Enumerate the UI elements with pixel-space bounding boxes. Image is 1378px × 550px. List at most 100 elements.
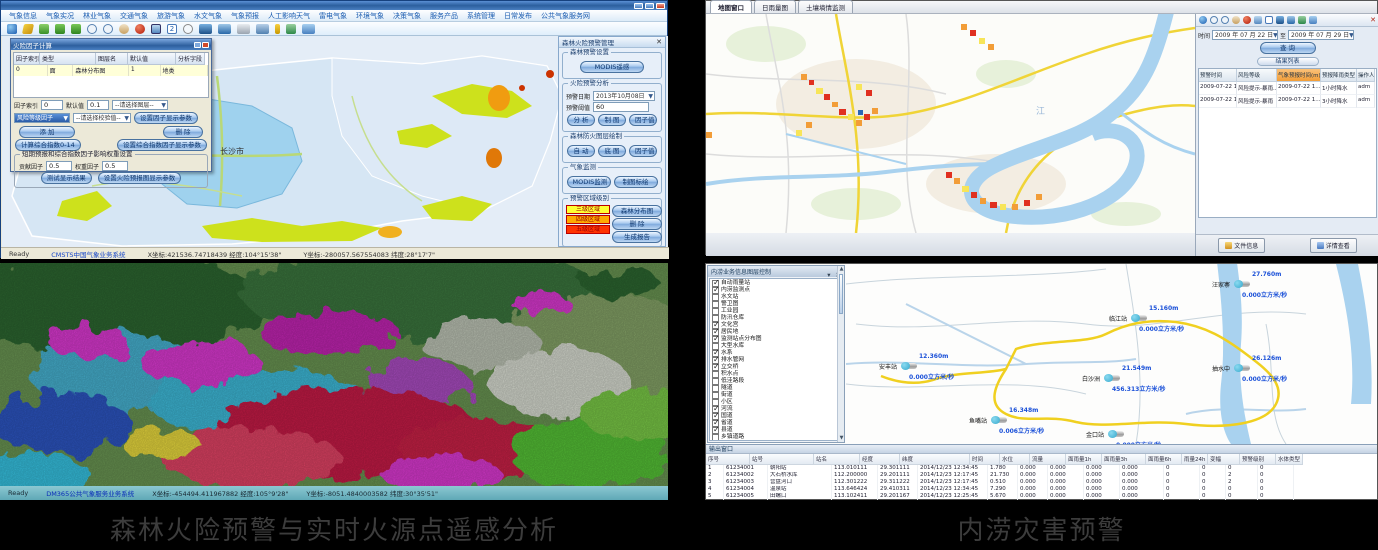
zoom-in-icon[interactable]	[1210, 16, 1218, 24]
factor-row[interactable]: 0面森林分布图1地类	[14, 65, 208, 76]
menu-item[interactable]: 气象预报	[231, 11, 259, 21]
layer-select[interactable]: --请选择图层--▼	[112, 100, 168, 110]
close-button[interactable]	[656, 3, 665, 9]
layer-checkbox[interactable]	[712, 371, 719, 378]
window-icon[interactable]	[151, 24, 161, 34]
print-icon[interactable]	[237, 24, 250, 34]
menu-item[interactable]: 水文气象	[194, 11, 222, 21]
weight-input[interactable]: 0.5	[102, 161, 128, 171]
layer-checkbox[interactable]	[712, 287, 719, 294]
globe-icon[interactable]	[1199, 16, 1207, 24]
map-view-icon[interactable]	[1276, 16, 1284, 24]
layer-checkbox[interactable]	[712, 385, 719, 392]
monitor-button[interactable]: 制图标绘	[614, 176, 658, 188]
layer-item[interactable]: 水文站	[712, 294, 834, 301]
menu-item[interactable]: 林业气象	[83, 11, 111, 21]
output-row[interactable]: 361234003营盘河口112.30122229.3112222014/12/…	[706, 479, 1377, 486]
analysis-button[interactable]: 因子值	[629, 114, 657, 126]
weight-select[interactable]: --请选择校验值--▼	[73, 113, 131, 123]
layer-checkbox[interactable]	[712, 308, 719, 315]
layer-item[interactable]: 警卫图	[712, 301, 834, 308]
layer-item[interactable]: 积水点	[712, 371, 834, 378]
layer-item[interactable]: 省道	[712, 420, 834, 427]
layer-checkbox[interactable]	[712, 378, 719, 385]
pin-icon[interactable]	[275, 24, 280, 34]
zoom-out-icon[interactable]	[1221, 16, 1229, 24]
back-icon[interactable]	[286, 24, 296, 34]
tab-map-window[interactable]: 地图窗口	[710, 0, 752, 13]
measure-icon[interactable]	[22, 24, 34, 34]
layer-checkbox[interactable]	[712, 294, 719, 301]
pan-hand-icon[interactable]	[119, 24, 129, 34]
dialog-titlebar[interactable]: 火险因子计算	[11, 39, 211, 50]
result-row[interactable]: 2009-07-22 1...风险提示-暴雨2009-07-22 1...3小时…	[1199, 95, 1376, 108]
menu-item[interactable]: 人工影响天气	[268, 11, 310, 21]
test-display-button[interactable]: 测试显示结果	[41, 172, 92, 184]
add-button[interactable]: 添 加	[19, 126, 75, 138]
dialog-minimize-icon[interactable]	[194, 42, 201, 48]
analysis-button[interactable]: 制 图	[598, 114, 626, 126]
menu-item[interactable]: 公共气象服务网	[541, 11, 590, 21]
layer-checkbox[interactable]	[712, 364, 719, 371]
maximize-button[interactable]	[645, 3, 654, 9]
factor-type-select[interactable]: 风险等级因子▼	[14, 113, 70, 123]
layer-run-icon[interactable]	[39, 24, 49, 34]
layer-item[interactable]: 内涝监测点	[712, 287, 834, 294]
set-param-button[interactable]: 设置因子显示参数	[134, 112, 198, 124]
zoom-in-icon[interactable]	[87, 24, 97, 34]
layer-checkbox[interactable]	[712, 336, 719, 343]
default-input[interactable]: 0.1	[87, 100, 109, 110]
layer-draw-button[interactable]: 因子值	[629, 145, 657, 157]
remote-sensing-image[interactable]	[0, 263, 668, 486]
layer-item[interactable]: 国道	[712, 413, 834, 420]
status-system-link[interactable]: DM365公共气象服务业务系统	[46, 488, 134, 498]
tab-soil-moisture[interactable]: 土壤墒情监测	[798, 0, 853, 13]
delete-icon[interactable]	[135, 24, 145, 34]
layer-item[interactable]: 小区	[712, 399, 834, 406]
layer-item[interactable]: 隧道	[712, 385, 834, 392]
date-from-picker[interactable]: 2009 年 07 月 22 日▼	[1212, 30, 1278, 40]
menu-item[interactable]: 旅游气象	[157, 11, 185, 21]
menu-item[interactable]: 日常发布	[504, 11, 532, 21]
layer-scrollbar[interactable]: ▲ ▼	[837, 266, 844, 442]
level-action-button[interactable]: 删 除	[612, 218, 662, 230]
status-system-link[interactable]: CMSTS中国气象业务系统	[51, 249, 125, 259]
dialog-close-icon[interactable]	[202, 42, 209, 48]
result-row[interactable]: 2009-07-22 1...风险提示-暴雨...2009-07-22 1...…	[1199, 82, 1376, 95]
panel-close-icon[interactable]: ✕	[1370, 16, 1376, 24]
pan-hand-icon[interactable]	[1232, 16, 1240, 24]
layer-item[interactable]: 自动雨量站	[712, 280, 834, 287]
warning-result-table[interactable]: 预警时间 风险等级 气象预报时间(m) 预报降雨类型 操作人 2009-07-2…	[1198, 68, 1377, 218]
export-icon[interactable]	[256, 24, 269, 34]
output-row[interactable]: 261234002大石桥水库112.20000029.2011112014/12…	[706, 472, 1377, 479]
zoom-prev-icon[interactable]	[55, 24, 65, 34]
menu-item[interactable]: 交通气象	[120, 11, 148, 21]
stop-icon[interactable]	[1243, 16, 1251, 24]
threshold-input[interactable]: 60	[593, 102, 649, 112]
layer-checkbox[interactable]	[712, 392, 719, 399]
image-icon[interactable]	[1309, 16, 1317, 24]
monitor-button[interactable]: MODIS监测	[567, 176, 611, 188]
layer-panel-titlebar[interactable]: 内涝业务信息图层控制 ▾ ✕	[708, 266, 844, 277]
factor-index-input[interactable]: 0	[41, 100, 63, 110]
layer-item[interactable]: 居民地	[712, 329, 834, 336]
menu-item[interactable]: 决策气象	[393, 11, 421, 21]
contrib-input[interactable]: 0.5	[46, 161, 72, 171]
layer-draw-button[interactable]: 底 图	[598, 145, 626, 157]
tab-daily-rain[interactable]: 日雨量图	[754, 0, 796, 13]
layer-item[interactable]: 乡镇道路	[712, 434, 834, 441]
zoom-next-icon[interactable]	[71, 24, 81, 34]
fire-factor-dialog[interactable]: 火险因子计算 因子索引类型图层名默认值分析字段 0面森林分布图1地类	[10, 38, 212, 172]
refresh-icon[interactable]: 2	[167, 24, 177, 34]
menu-item[interactable]: 服务产品	[430, 11, 458, 21]
flood-warning-map[interactable]: 安丰站 12.360m 0.000立方米/秒 汪家寨 27.760m 0.000…	[706, 264, 1377, 444]
level-action-button[interactable]: 生成报告	[612, 231, 662, 243]
output-row[interactable]: 161234001朝阳站113.01011129.3011112014/12/2…	[706, 465, 1377, 472]
layer-item[interactable]: 工业园	[712, 308, 834, 315]
layer-item[interactable]: 低洼路段	[712, 378, 834, 385]
menu-item[interactable]: 环境气象	[356, 11, 384, 21]
layer-item[interactable]: 监测站点分布图	[712, 336, 834, 343]
refresh-icon[interactable]	[1265, 16, 1273, 24]
factor-table[interactable]: 因子索引类型图层名默认值分析字段 0面森林分布图1地类	[13, 52, 209, 98]
layer-item[interactable]: 文化宫	[712, 322, 834, 329]
